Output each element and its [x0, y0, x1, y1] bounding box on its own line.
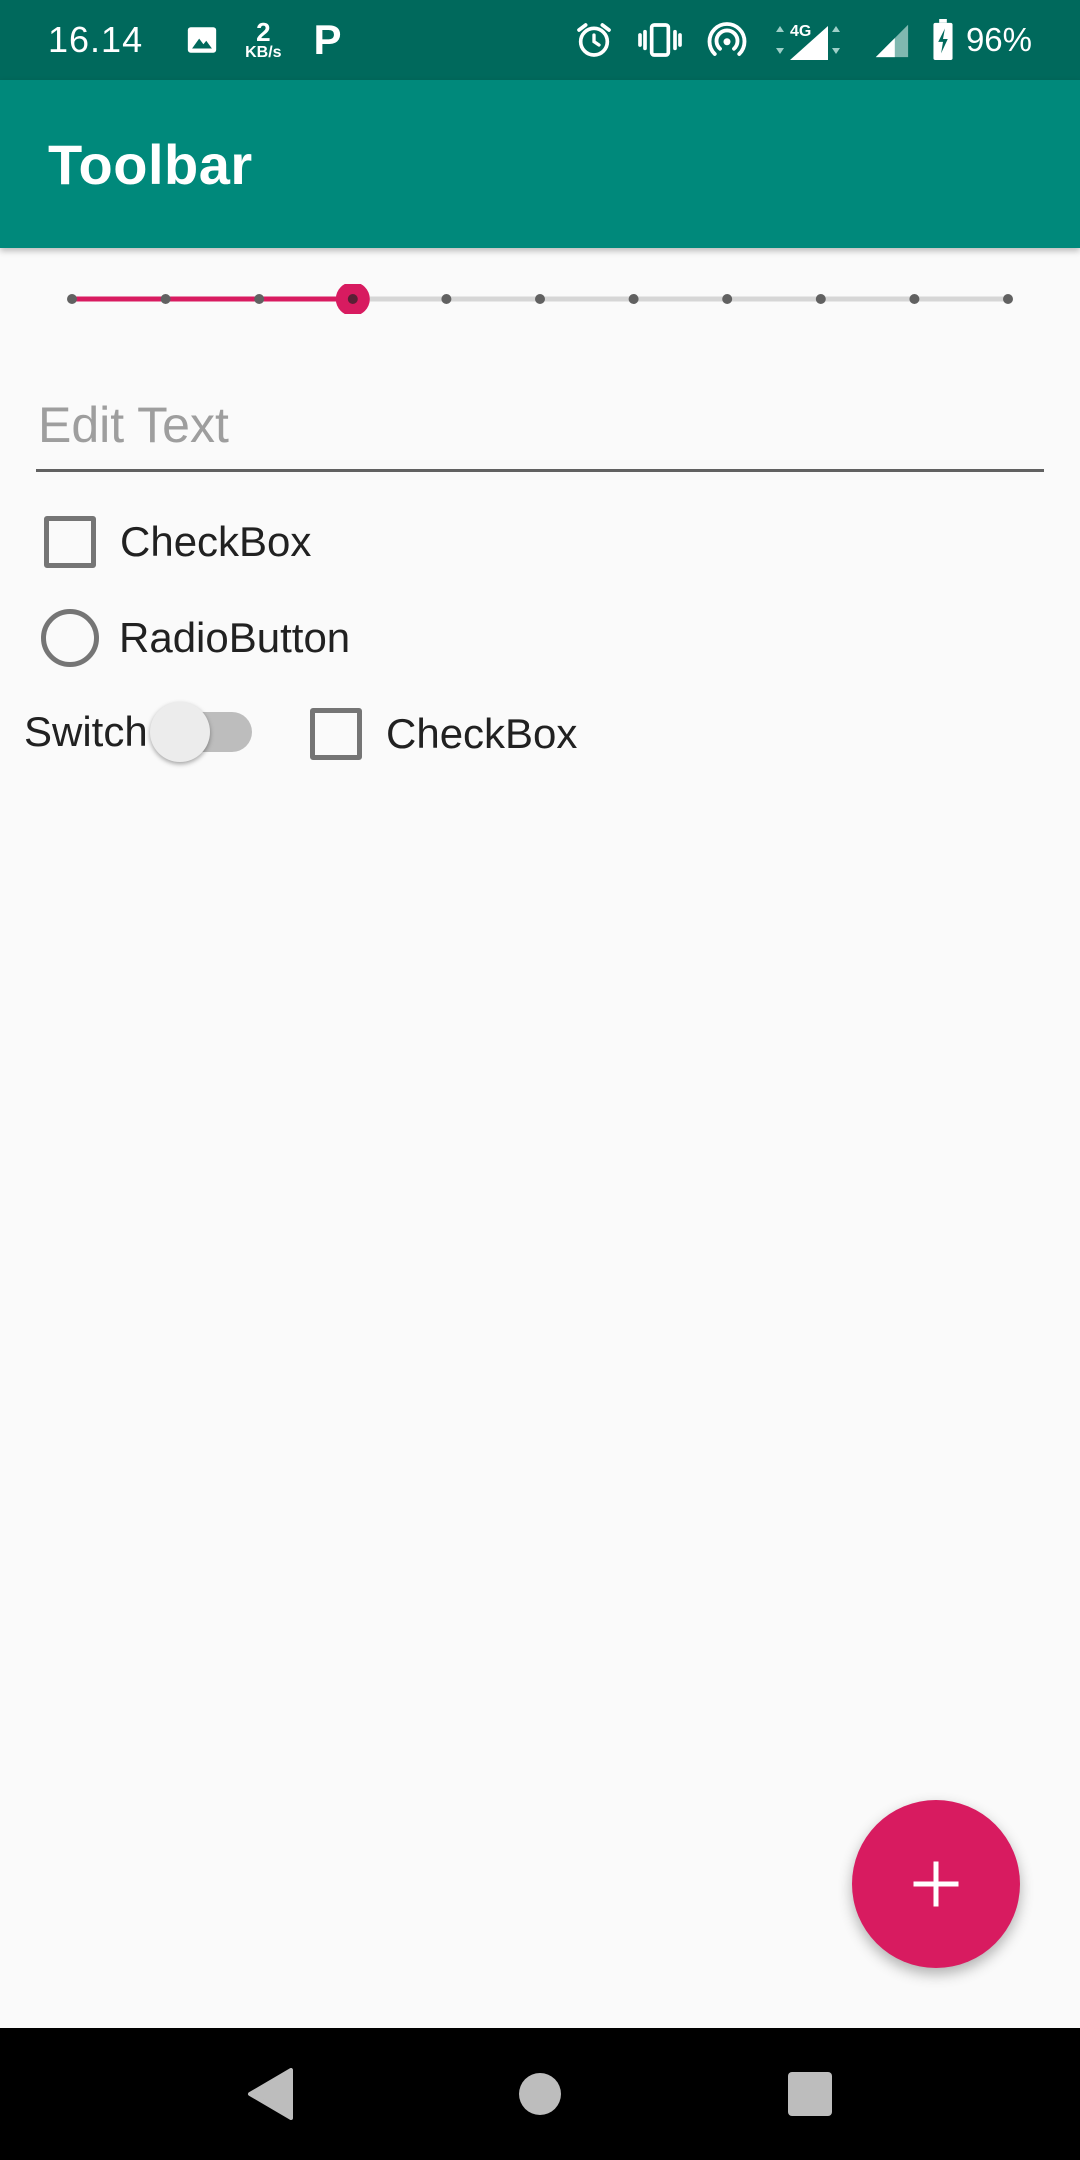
home-icon	[519, 2073, 561, 2115]
plus-icon	[913, 1861, 959, 1907]
status-bar: 16.14 2 KB/s P 4G 96%	[0, 0, 1080, 80]
checkbox-2-label: CheckBox	[386, 710, 578, 757]
data-speed-value: 2	[256, 17, 271, 47]
navigation-bar	[0, 2028, 1080, 2160]
status-left: 16.14 2 KB/s P	[48, 16, 342, 64]
switch-label: Switch	[24, 708, 148, 755]
signal-4g-icon: 4G	[770, 18, 850, 62]
switch-row[interactable]: Switch	[24, 702, 252, 762]
toolbar-title: Toolbar	[48, 132, 253, 196]
seekbar-tick	[722, 294, 733, 304]
svg-text:4G: 4G	[790, 23, 811, 40]
radio-button[interactable]	[41, 609, 99, 667]
data-speed-unit: KB/s	[245, 44, 282, 61]
seekbar-tick	[535, 294, 545, 304]
seekbar-tick	[67, 294, 77, 304]
seekbar[interactable]	[60, 284, 1020, 314]
app-badge-p-icon: P	[313, 16, 342, 63]
hotspot-icon	[706, 19, 748, 61]
back-button[interactable]	[220, 2044, 320, 2144]
image-icon	[185, 23, 219, 57]
checkbox[interactable]	[44, 516, 96, 568]
screen: 16.14 2 KB/s P 4G 96% Toolbar Edit Text …	[0, 0, 1080, 2160]
radio-button-row[interactable]: RadioButton	[41, 609, 350, 667]
radio-button-label: RadioButton	[119, 614, 351, 661]
checkbox-label: CheckBox	[120, 518, 312, 565]
seekbar-tick	[1003, 294, 1013, 304]
back-icon	[248, 2068, 293, 2120]
battery-charging-icon	[932, 19, 954, 61]
seekbar-tick	[160, 294, 171, 304]
toolbar: Toolbar	[0, 80, 1080, 248]
checkbox-2[interactable]	[310, 708, 362, 760]
seekbar-thumb-tick	[347, 294, 358, 304]
seekbar-tick	[628, 294, 639, 304]
seekbar-tick	[441, 294, 452, 304]
recents-icon	[788, 2072, 832, 2116]
battery-percent: 96%	[965, 21, 1032, 58]
signal-icon	[872, 21, 910, 59]
vibrate-icon	[636, 20, 684, 60]
edit-text-field[interactable]	[36, 380, 1044, 472]
seekbar-tick	[909, 294, 920, 304]
seekbar-tick	[254, 294, 265, 304]
alarm-icon	[574, 20, 614, 60]
data-speed-indicator: 2 KB/s	[245, 19, 281, 61]
status-right: 4G 96%	[552, 18, 1032, 62]
checkbox-row[interactable]: CheckBox	[44, 516, 311, 568]
seekbar-tick	[815, 294, 826, 304]
recents-button[interactable]	[760, 2044, 860, 2144]
home-button[interactable]	[490, 2044, 590, 2144]
checkbox-row-2[interactable]: CheckBox	[310, 708, 577, 760]
status-time: 16.14	[48, 19, 144, 60]
switch-thumb[interactable]	[149, 702, 210, 762]
switch-toggle[interactable]	[149, 702, 252, 762]
add-fab-button[interactable]	[852, 1800, 1020, 1968]
